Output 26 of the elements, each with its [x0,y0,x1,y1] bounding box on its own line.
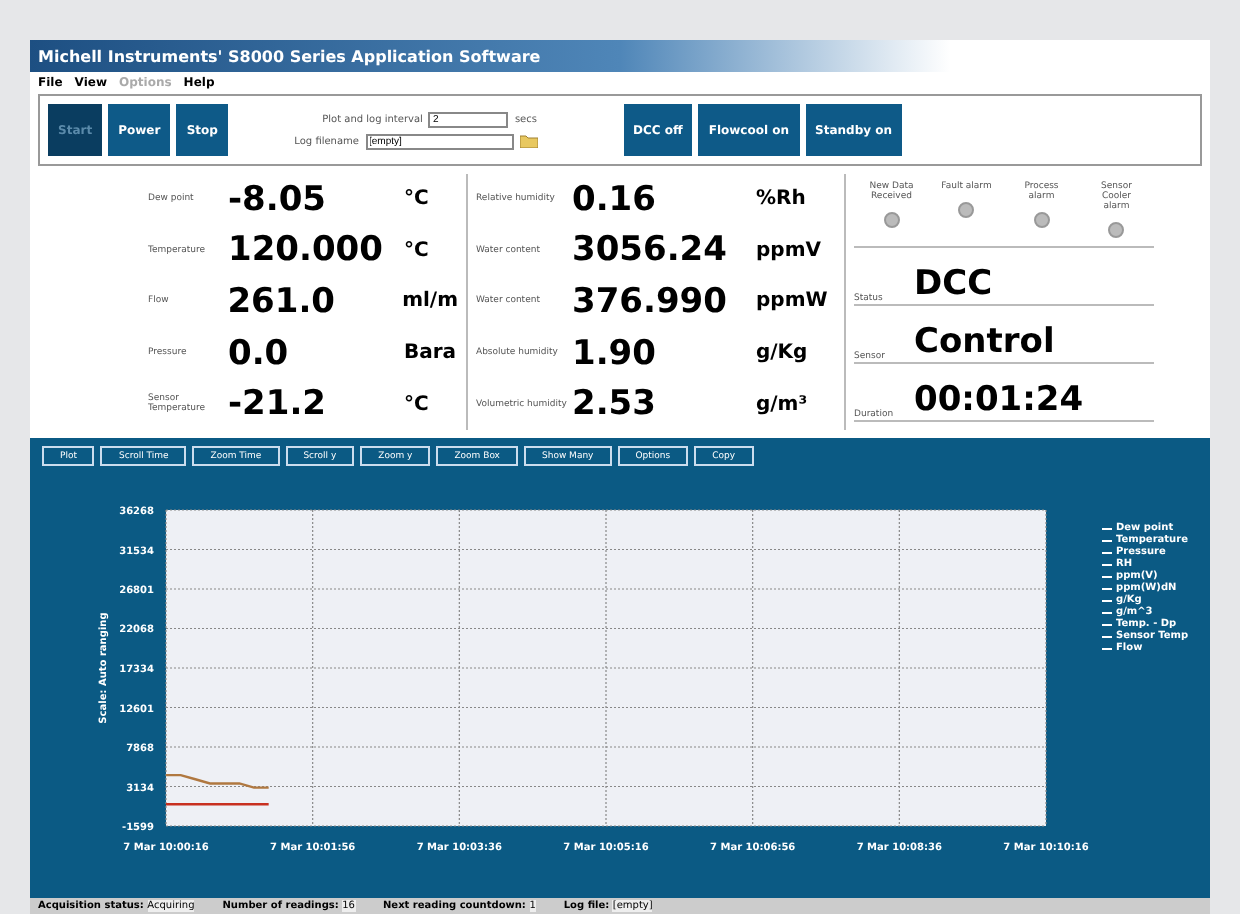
reading-unit: ppmV [756,239,821,262]
reading-value: 3056.24 [572,230,729,271]
reading-value: 0.16 [572,179,658,220]
reading-value: 2.53 [572,384,658,425]
status-value: DCC [914,264,993,304]
reading-unit: °C [404,393,429,416]
reading-value: -21.2 [228,384,328,425]
reading-value: 1.90 [572,333,658,374]
status-value: 00:01:24 [914,380,1084,420]
reading-unit: ml/m [402,290,458,313]
reading-value: -8.05 [228,179,328,220]
reading-value: 120.000 [228,230,385,271]
reading-unit: °C [404,188,429,211]
reading-unit: g/Kg [756,342,808,365]
status-value: Control [914,322,1055,362]
reading-unit: g/m³ [756,393,808,416]
reading-unit: Bara [404,342,457,365]
reading-unit: %Rh [756,188,806,211]
reading-unit: °C [404,239,429,262]
reading-value: 0.0 [228,333,291,374]
data-line [166,803,269,806]
reading-value: 376.990 [572,281,729,322]
data-line [166,773,269,789]
reading-value: 261.0 [227,281,337,322]
reading-unit: ppmW [756,290,828,313]
folder-icon[interactable] [519,134,537,148]
